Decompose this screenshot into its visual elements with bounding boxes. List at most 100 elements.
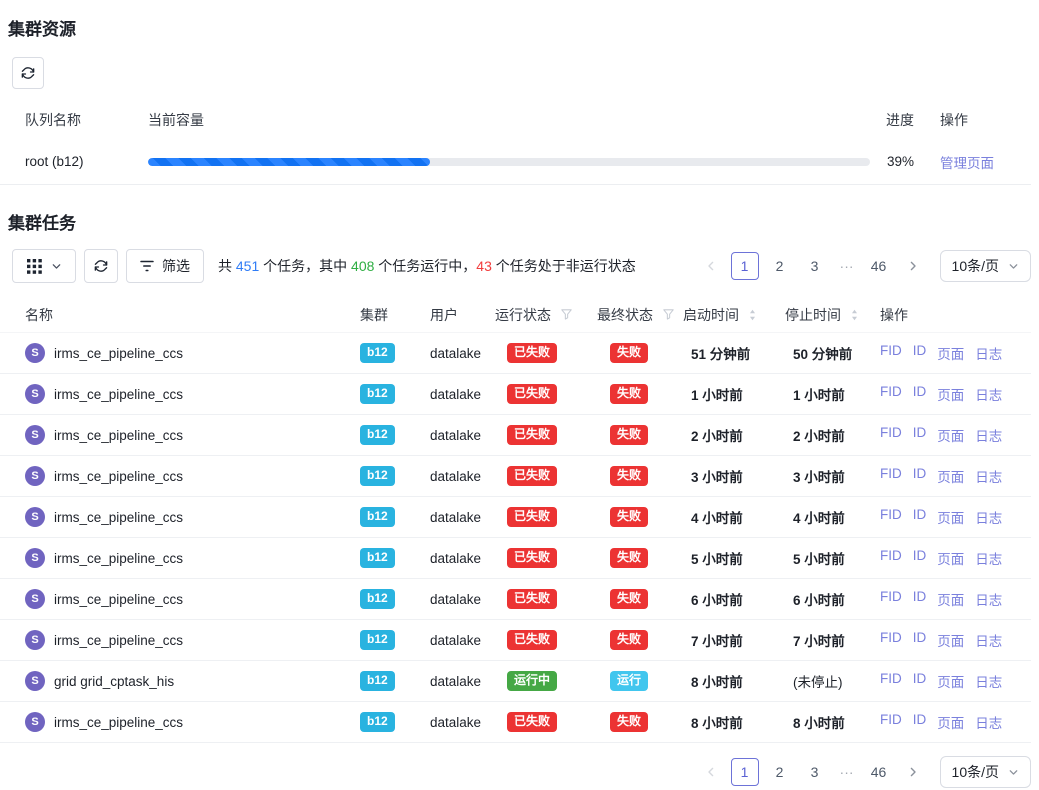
run-status-badge: 已失败	[507, 466, 557, 486]
user-name: datalake	[430, 592, 495, 607]
sort-icon[interactable]	[850, 308, 859, 322]
final-status-badge: 失败	[610, 466, 648, 486]
start-time: 6 小时前	[683, 589, 785, 609]
funnel-filter-icon[interactable]	[662, 308, 675, 321]
stop-time: 4 小时前	[785, 507, 880, 527]
start-time: 4 小时前	[683, 507, 785, 527]
final-status-badge: 失败	[610, 343, 648, 363]
action-link-page[interactable]: 页面	[937, 343, 964, 363]
run-status-badge: 运行中	[507, 671, 557, 691]
total-task-count: 451	[236, 258, 259, 274]
action-link-page[interactable]: 页面	[937, 384, 964, 404]
action-link-id[interactable]: ID	[913, 712, 927, 732]
grid-icon	[27, 259, 42, 274]
filter-button-label: 筛选	[162, 256, 190, 276]
row-actions: FID ID 页面日志	[880, 630, 1031, 650]
action-link-id[interactable]: ID	[913, 425, 927, 445]
action-link-log[interactable]: 日志	[975, 630, 1002, 650]
action-link-id[interactable]: ID	[913, 671, 927, 691]
pagination-page-1[interactable]: 1	[731, 252, 759, 280]
pagination-page-3[interactable]: 3	[801, 252, 829, 280]
action-link-log[interactable]: 日志	[975, 384, 1002, 404]
pagination-prev[interactable]	[698, 758, 724, 786]
pagination-page-2[interactable]: 2	[766, 758, 794, 786]
action-link-page[interactable]: 页面	[937, 425, 964, 445]
action-link-log[interactable]: 日志	[975, 548, 1002, 568]
resources-refresh-button[interactable]	[12, 57, 44, 89]
action-link-fid[interactable]: FID	[880, 671, 902, 691]
action-link-log[interactable]: 日志	[975, 671, 1002, 691]
action-link-fid[interactable]: FID	[880, 384, 902, 404]
action-link-page[interactable]: 页面	[937, 712, 964, 732]
refresh-icon	[20, 65, 36, 81]
action-link-log[interactable]: 日志	[975, 425, 1002, 445]
user-name: datalake	[430, 469, 495, 484]
pagination-next[interactable]	[900, 252, 926, 280]
action-link-page[interactable]: 页面	[937, 671, 964, 691]
page-size-value: 10条/页	[952, 256, 999, 276]
column-settings-dropdown-button[interactable]	[12, 249, 76, 283]
run-status-badge: 已失败	[507, 507, 557, 527]
capacity-progress-bar	[148, 158, 870, 166]
action-link-id[interactable]: ID	[913, 589, 927, 609]
run-status-badge: 已失败	[507, 425, 557, 445]
action-link-page[interactable]: 页面	[937, 630, 964, 650]
summary-text: 个任务运行中，	[374, 258, 476, 274]
action-link-fid[interactable]: FID	[880, 630, 902, 650]
action-link-fid[interactable]: FID	[880, 343, 902, 363]
col-run-status: 运行状态	[495, 305, 597, 325]
run-status-badge: 已失败	[507, 343, 557, 363]
action-link-id[interactable]: ID	[913, 384, 927, 404]
action-link-id[interactable]: ID	[913, 343, 927, 363]
page-size-select[interactable]: 10条/页	[940, 250, 1031, 282]
action-link-log[interactable]: 日志	[975, 589, 1002, 609]
action-link-fid[interactable]: FID	[880, 548, 902, 568]
user-name: datalake	[430, 551, 495, 566]
pagination-prev[interactable]	[698, 252, 724, 280]
pagination-next[interactable]	[900, 758, 926, 786]
action-link-id[interactable]: ID	[913, 507, 927, 527]
action-link-page[interactable]: 页面	[937, 507, 964, 527]
avatar: S	[25, 507, 45, 527]
action-link-fid[interactable]: FID	[880, 507, 902, 527]
action-link-page[interactable]: 页面	[937, 466, 964, 486]
action-link-fid[interactable]: FID	[880, 425, 902, 445]
pagination-page-46[interactable]: 46	[865, 252, 893, 280]
action-link-page[interactable]: 页面	[937, 589, 964, 609]
col-name: 名称	[25, 305, 360, 325]
manage-page-link[interactable]: 管理页面	[940, 156, 994, 171]
row-actions: FID ID 页面日志	[880, 548, 1031, 568]
row-actions: FID ID 页面日志	[880, 712, 1031, 732]
pagination-page-1[interactable]: 1	[731, 758, 759, 786]
final-status-badge: 运行	[610, 671, 648, 691]
task-name: irms_ce_pipeline_ccs	[54, 428, 183, 443]
funnel-filter-icon[interactable]	[560, 308, 573, 321]
action-link-id[interactable]: ID	[913, 466, 927, 486]
pagination-page-46[interactable]: 46	[865, 758, 893, 786]
pagination-page-2[interactable]: 2	[766, 252, 794, 280]
action-link-log[interactable]: 日志	[975, 343, 1002, 363]
action-link-log[interactable]: 日志	[975, 712, 1002, 732]
action-link-log[interactable]: 日志	[975, 507, 1002, 527]
user-name: datalake	[430, 346, 495, 361]
action-link-id[interactable]: ID	[913, 548, 927, 568]
task-name: irms_ce_pipeline_ccs	[54, 387, 183, 402]
pagination-ellipsis[interactable]: ···	[836, 258, 858, 274]
action-link-fid[interactable]: FID	[880, 712, 902, 732]
filter-button[interactable]: 筛选	[126, 249, 204, 283]
page-size-select[interactable]: 10条/页	[940, 756, 1031, 788]
action-link-page[interactable]: 页面	[937, 548, 964, 568]
action-link-log[interactable]: 日志	[975, 466, 1002, 486]
row-actions: FID ID 页面日志	[880, 507, 1031, 527]
pagination-page-3[interactable]: 3	[801, 758, 829, 786]
action-link-id[interactable]: ID	[913, 630, 927, 650]
sort-icon[interactable]	[748, 308, 757, 322]
table-row: S irms_ce_pipeline_ccs b12 datalake 已失败 …	[0, 374, 1031, 415]
action-link-fid[interactable]: FID	[880, 589, 902, 609]
pagination-ellipsis[interactable]: ···	[836, 764, 858, 780]
action-link-fid[interactable]: FID	[880, 466, 902, 486]
tasks-refresh-button[interactable]	[84, 249, 118, 283]
col-progress: 进度	[875, 110, 940, 130]
cluster-tasks-section: 集群任务	[0, 209, 1039, 788]
tasks-table-header: 名称 集群 用户 运行状态 最终状态 启动时间 停止时间 操作	[0, 297, 1031, 333]
